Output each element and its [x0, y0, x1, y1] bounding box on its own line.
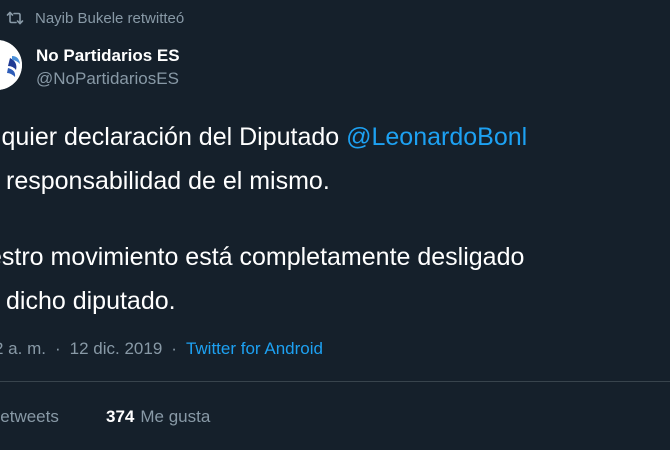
likes-count: 374: [106, 407, 135, 426]
tweet-line-3: estro movimiento está completamente desl…: [0, 243, 525, 271]
retweet-header-text[interactable]: Nayib Bukele retwitteó: [35, 10, 184, 27]
tweet-source-link[interactable]: Twitter for Android: [186, 339, 323, 359]
tweet-line-1-text: alquier declaración del Diputado: [0, 123, 347, 151]
retweet-header[interactable]: Nayib Bukele retwitteó: [6, 8, 184, 28]
meta-separator: ·: [54, 339, 61, 358]
tweet-line-4: dicho diputado.: [6, 287, 176, 315]
avatar[interactable]: [0, 40, 22, 90]
retweets-label[interactable]: Retweets: [0, 407, 59, 427]
tweet-line-1: alquier declaración del Diputado @Leonar…: [0, 120, 527, 154]
author-handle[interactable]: @NoPartidariosES: [36, 67, 180, 91]
retweet-icon: [6, 11, 24, 25]
divider: [0, 381, 670, 382]
author-name[interactable]: No Partidarios ES: [36, 45, 180, 67]
likes-stat[interactable]: 374 Me gusta: [106, 407, 210, 427]
tweet-meta: 2 a. m. · 12 dic. 2019 · Twitter for And…: [0, 337, 323, 361]
tweet-time[interactable]: 2 a. m.: [0, 339, 46, 359]
meta-separator: ·: [171, 339, 177, 358]
tweet-stats: Retweets 374 Me gusta: [0, 405, 210, 429]
avatar-logo: [0, 40, 22, 90]
likes-label: Me gusta: [140, 407, 211, 426]
mention-link[interactable]: @LeonardoBonl: [346, 123, 527, 151]
tweet-date[interactable]: 12 dic. 2019: [70, 339, 163, 359]
tweet-line-2: responsabilidad de el mismo.: [6, 167, 330, 195]
author-block[interactable]: No Partidarios ES @NoPartidariosES: [36, 45, 180, 91]
tweet-page: Nayib Bukele retwitteó No Partidarios ES…: [0, 0, 670, 450]
